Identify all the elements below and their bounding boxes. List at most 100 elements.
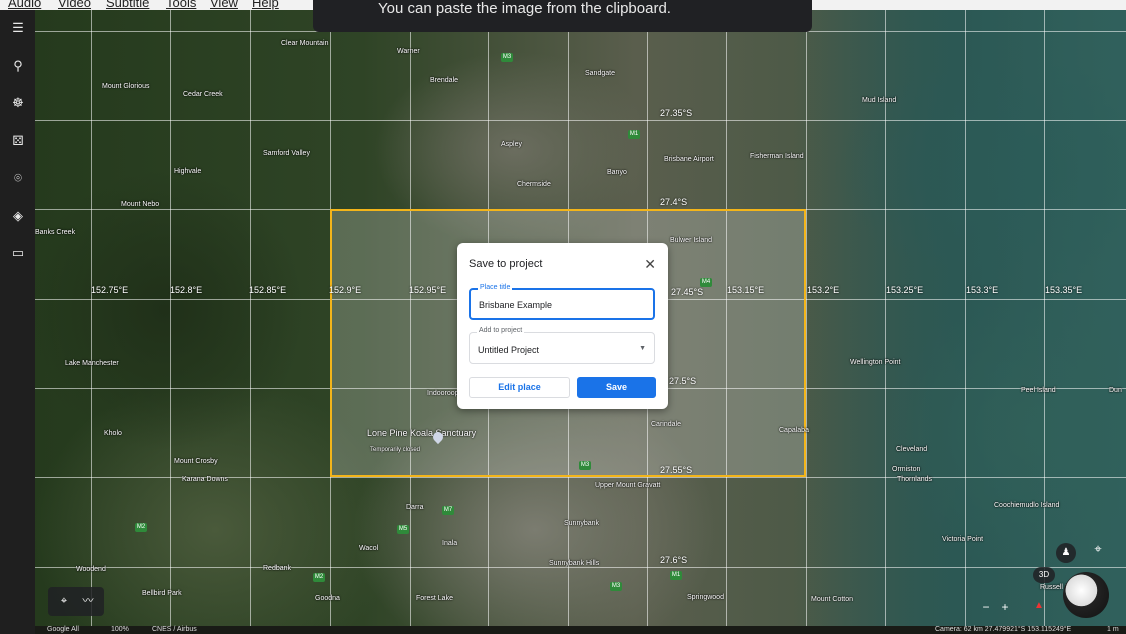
voyager-icon[interactable]: ☸	[8, 93, 28, 113]
status-bar: Google All 100% CNES / Airbus Camera: 62…	[35, 626, 1126, 634]
place-label: Mount Cotton	[811, 596, 854, 603]
menu-video[interactable]: Video	[58, 0, 91, 10]
close-icon[interactable]: ✕	[644, 257, 656, 271]
search-icon[interactable]: ⚲	[8, 56, 28, 76]
place-label: Highvale	[174, 168, 202, 175]
project-select-label: Add to project	[477, 327, 525, 334]
pegman-icon[interactable]: ♟	[1056, 543, 1076, 563]
save-button[interactable]: Save	[577, 377, 656, 398]
road-shield: M1	[628, 130, 640, 139]
place-icon[interactable]: ⌾	[8, 168, 28, 188]
place-label: Lake Manchester	[65, 360, 119, 367]
place-label: Mount Nebo	[121, 201, 160, 208]
toast-text: You can paste the image from the clipboa…	[378, 0, 671, 17]
menu-help[interactable]: Help	[252, 0, 279, 10]
meridian-line	[170, 10, 171, 626]
place-title-input[interactable]: Brisbane Example	[479, 300, 552, 310]
place-label: Peel Island	[1021, 387, 1056, 394]
place-label: Mount Glorious	[102, 83, 150, 90]
compass-icon[interactable]: ▲	[1032, 598, 1046, 614]
place-label: Redbank	[263, 565, 292, 572]
meridian-line	[91, 10, 92, 626]
place-label: Cleveland	[896, 446, 928, 453]
globe-icon[interactable]	[1063, 572, 1109, 618]
meridian-line	[1044, 10, 1045, 626]
place-label: Mount Crosby	[174, 458, 218, 465]
project-select-value: Untitled Project	[478, 345, 540, 355]
menu-tools[interactable]: Tools	[166, 0, 196, 10]
place-label: Coochiemudlo Island	[994, 502, 1060, 509]
place-label: Sandgate	[585, 70, 615, 77]
place-label: Banks Creek	[35, 229, 76, 236]
latitude-label: 27.5°S	[669, 376, 697, 386]
chevron-down-icon: ▼	[639, 345, 646, 352]
place-label: Aspley	[501, 141, 523, 148]
longitude-label: 152.85°E	[249, 285, 287, 295]
place-label: Victoria Point	[942, 536, 984, 543]
dialog-title: Save to project	[469, 258, 543, 270]
menu-view[interactable]: View	[210, 0, 238, 10]
meridian-line	[965, 10, 966, 626]
longitude-label: 153.15°E	[727, 285, 765, 295]
longitude-label: 152.75°E	[91, 285, 129, 295]
bottom-left-controls: ⌖ 〰	[48, 587, 104, 616]
place-label: Thornlands	[897, 476, 933, 483]
edit-place-button[interactable]: Edit place	[469, 377, 570, 398]
place-label: Dun	[1109, 387, 1122, 394]
pin-icon[interactable]: ⌖	[56, 593, 72, 609]
place-label: Sunnybank	[564, 520, 600, 527]
place-label: Fisherman Island	[750, 153, 804, 160]
place-title-field[interactable]: Place title Brisbane Example	[469, 284, 655, 320]
place-label: Warner	[397, 48, 420, 55]
place-label: Inala	[442, 540, 458, 547]
road-shield: M4	[700, 278, 712, 287]
longitude-label: 153.35°E	[1045, 285, 1083, 295]
road-shield: M7	[442, 506, 454, 515]
latitude-label: 27.6°S	[660, 555, 688, 565]
place-label: Goodna	[315, 595, 340, 602]
ruler-icon[interactable]: ▭	[8, 243, 28, 263]
menu-audio[interactable]: Audio	[8, 0, 41, 10]
place-label: Darra	[406, 504, 424, 511]
place-label: Carindale	[651, 421, 681, 428]
place-label: Upper Mount Gravatt	[595, 482, 661, 489]
place-label: Ormiston	[892, 466, 921, 473]
longitude-label: 153.2°E	[807, 285, 840, 295]
parallel-line	[35, 120, 1126, 121]
place-label: Mud Island	[862, 97, 897, 104]
data-attribution[interactable]: CNES / Airbus	[152, 626, 197, 633]
place-label: Brendale	[430, 77, 459, 84]
meridian-line	[250, 10, 251, 626]
place-title-label: Place title	[478, 284, 513, 291]
place-label: Bellbird Park	[142, 590, 182, 597]
place-label-poi[interactable]: Lone Pine Koala Sanctuary	[367, 428, 476, 438]
place-label: Kholo	[104, 430, 122, 437]
zoom-in-button[interactable]: +	[995, 599, 1015, 615]
project-select[interactable]: Add to project Untitled Project ▼	[469, 327, 655, 364]
place-label: Wacol	[359, 545, 379, 552]
3d-toggle-button[interactable]: 3D	[1033, 567, 1055, 583]
longitude-label: 153.25°E	[886, 285, 924, 295]
dice-icon[interactable]: ⚄	[8, 131, 28, 151]
place-label: Chermside	[517, 181, 551, 188]
road-shield: M3	[610, 582, 622, 591]
zoom-out-button[interactable]: −	[976, 599, 996, 615]
road-shield: M5	[397, 525, 409, 534]
menu-icon[interactable]: ☰	[8, 18, 28, 38]
place-label: Cedar Creek	[183, 91, 223, 98]
latitude-label: 27.4°S	[660, 197, 688, 207]
path-icon[interactable]: 〰	[80, 593, 96, 609]
longitude-label: 153.3°E	[966, 285, 999, 295]
latitude-label: 27.55°S	[660, 465, 693, 475]
layers-icon[interactable]: ◈	[8, 206, 28, 226]
menu-subtitle[interactable]: Subtitle	[106, 0, 149, 10]
road-shield: M2	[135, 523, 147, 532]
scale-readout: 1 m	[1107, 626, 1119, 633]
place-label: Springwood	[687, 594, 724, 601]
place-label: Wellington Point	[850, 359, 901, 366]
place-label: Bulwer Island	[670, 237, 713, 244]
my-location-icon[interactable]: ⌖	[1088, 539, 1108, 559]
google-attribution: Google All	[47, 626, 79, 633]
water-area	[795, 10, 1126, 626]
longitude-label: 152.9°E	[329, 285, 362, 295]
